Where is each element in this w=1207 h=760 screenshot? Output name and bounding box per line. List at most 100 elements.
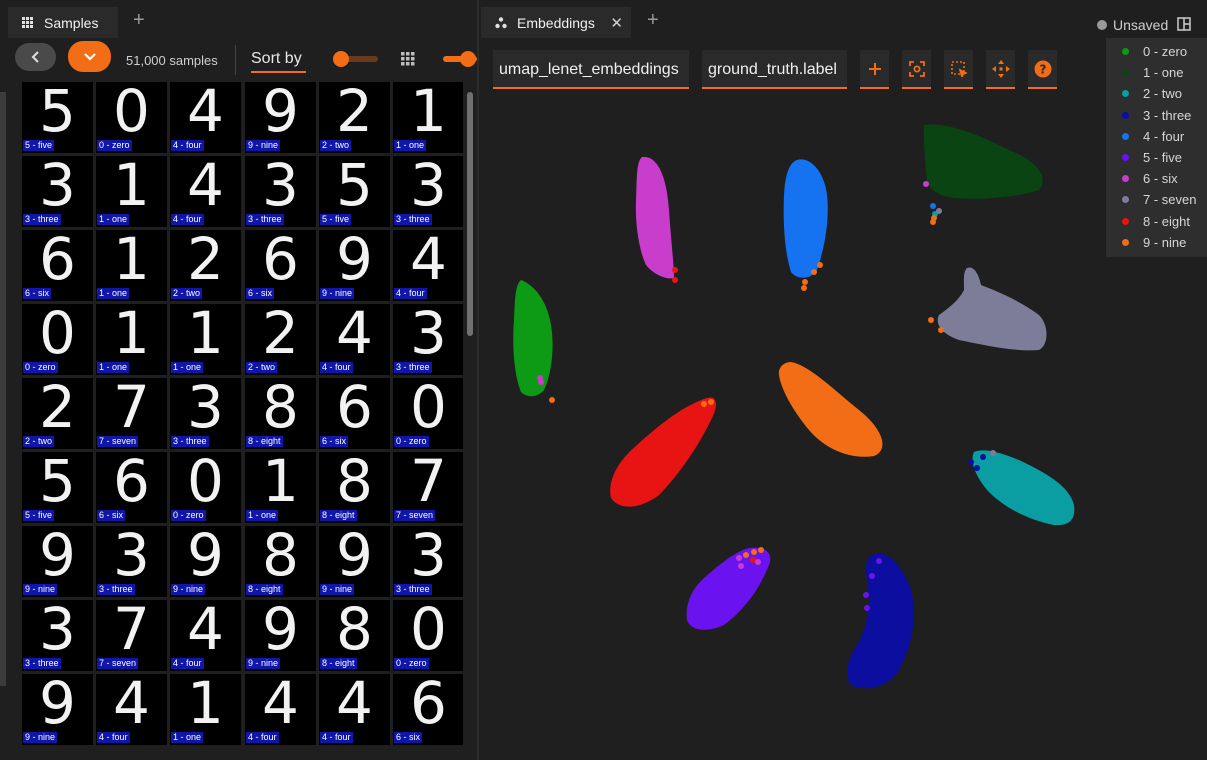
sample-image-digit: 5 xyxy=(39,82,76,145)
sample-tile[interactable]: 55 - five xyxy=(319,156,390,227)
sample-tile[interactable]: 44 - four xyxy=(319,304,390,375)
sample-tile[interactable]: 33 - three xyxy=(96,526,167,597)
sample-image-digit: 3 xyxy=(410,156,447,219)
sample-tile[interactable]: 11 - one xyxy=(96,304,167,375)
sample-tile[interactable]: 44 - four xyxy=(170,82,241,153)
legend-entry[interactable]: 0 - zero xyxy=(1106,41,1187,62)
help-button[interactable]: ? xyxy=(1028,50,1057,89)
sample-tile[interactable]: 77 - seven xyxy=(96,378,167,449)
sample-tile[interactable]: 77 - seven xyxy=(96,600,167,671)
embedding-scatter-plot[interactable] xyxy=(479,100,1207,760)
sample-tile[interactable]: 99 - nine xyxy=(319,526,390,597)
legend-entry[interactable]: 6 - six xyxy=(1106,168,1178,189)
sample-tile[interactable]: 33 - three xyxy=(393,304,463,375)
sample-tile[interactable]: 33 - three xyxy=(393,526,463,597)
sample-tile[interactable]: 44 - four xyxy=(96,674,167,745)
close-tab-icon[interactable]: ✕ xyxy=(610,14,623,32)
sample-tile[interactable]: 22 - two xyxy=(170,230,241,301)
sample-label-badge: 8 - eight xyxy=(246,584,283,595)
legend-entry[interactable]: 4 - four xyxy=(1106,126,1184,147)
legend-entry[interactable]: 5 - five xyxy=(1106,147,1182,168)
sample-tile[interactable]: 99 - nine xyxy=(319,230,390,301)
sample-tile[interactable]: 44 - four xyxy=(170,156,241,227)
sample-image-digit: 9 xyxy=(262,82,299,145)
sample-tile[interactable]: 99 - nine xyxy=(22,674,93,745)
sample-grid: 55 - five 0 0 - zero 4 4 - four 9 9 - nine 2 2 -… xyxy=(22,82,463,760)
sample-tile[interactable]: 11 - one xyxy=(245,452,316,523)
sample-tile[interactable]: 99 - nine xyxy=(170,526,241,597)
sample-tile[interactable]: 33 - three xyxy=(22,600,93,671)
sample-label-badge: 0 - zero xyxy=(171,510,206,521)
color-by-select[interactable]: ground_truth.label xyxy=(702,50,847,89)
sample-label-badge: 4 - four xyxy=(171,214,204,225)
sample-tile[interactable]: 88 - eight xyxy=(319,452,390,523)
sample-tile[interactable]: 11 - one xyxy=(96,230,167,301)
add-panel-plus-icon[interactable]: + xyxy=(133,10,145,30)
sample-tile[interactable]: 33 - three xyxy=(22,156,93,227)
sample-tile[interactable]: 66 - six xyxy=(96,452,167,523)
sample-label-badge: 2 - two xyxy=(246,362,278,373)
zoom-to-selection-button[interactable] xyxy=(902,50,931,89)
sample-tile[interactable]: 11 - one xyxy=(170,674,241,745)
sample-image-digit: 8 xyxy=(336,452,373,515)
sort-by-button[interactable]: Sort by xyxy=(251,50,306,73)
sample-tile[interactable]: 99 - nine xyxy=(245,600,316,671)
legend-entry[interactable]: 2 - two xyxy=(1106,83,1182,104)
add-panel-plus-icon[interactable]: + xyxy=(647,10,659,30)
sample-tile[interactable]: 88 - eight xyxy=(245,526,316,597)
sample-tile[interactable]: 00 - zero xyxy=(96,82,167,153)
sample-tile[interactable]: 00 - zero xyxy=(393,600,463,671)
sample-tile[interactable]: 33 - three xyxy=(245,156,316,227)
sample-tile[interactable]: 66 - six xyxy=(319,378,390,449)
sample-tile[interactable]: 99 - nine xyxy=(245,82,316,153)
sample-tile[interactable]: 55 - five xyxy=(22,452,93,523)
sample-label-badge: 4 - four xyxy=(171,658,204,669)
layout-icon[interactable] xyxy=(1177,17,1191,36)
sample-tile[interactable]: 11 - one xyxy=(170,304,241,375)
sample-tile[interactable]: 22 - two xyxy=(319,82,390,153)
grid-scrollbar[interactable] xyxy=(467,92,473,336)
sample-tile[interactable]: 44 - four xyxy=(170,600,241,671)
sample-tile[interactable]: 44 - four xyxy=(319,674,390,745)
sample-tile[interactable]: 66 - six xyxy=(245,230,316,301)
brain-key-select[interactable]: umap_lenet_embeddings xyxy=(493,50,689,89)
sample-tile[interactable]: 33 - three xyxy=(393,156,463,227)
legend-entry[interactable]: 1 - one xyxy=(1106,62,1183,83)
sample-tile[interactable]: 44 - four xyxy=(393,230,463,301)
sample-tile[interactable]: 00 - zero xyxy=(393,378,463,449)
sample-tile[interactable]: 88 - eight xyxy=(245,378,316,449)
legend-entry[interactable]: 3 - three xyxy=(1106,105,1191,126)
legend-entry[interactable]: 9 - nine xyxy=(1106,232,1186,253)
sample-image-digit: 0 xyxy=(113,82,150,145)
sample-tile[interactable]: 00 - zero xyxy=(22,304,93,375)
pan-button[interactable] xyxy=(986,50,1015,89)
sample-tile[interactable]: 11 - one xyxy=(96,156,167,227)
add-button[interactable] xyxy=(860,50,889,89)
legend-entry[interactable]: 7 - seven xyxy=(1106,189,1196,210)
grid-zoom-slider-handle[interactable] xyxy=(460,51,476,67)
sample-tile[interactable]: 11 - one xyxy=(393,82,463,153)
sample-tile[interactable]: 77 - seven xyxy=(393,452,463,523)
sample-tile[interactable]: 99 - nine xyxy=(22,526,93,597)
sample-tile[interactable]: 22 - two xyxy=(22,378,93,449)
sort-slider-handle[interactable] xyxy=(333,51,349,67)
back-button[interactable] xyxy=(15,43,56,71)
sample-tile[interactable]: 66 - six xyxy=(22,230,93,301)
tab-embeddings[interactable]: Embeddings ✕ xyxy=(481,7,631,38)
sample-tile[interactable]: 22 - two xyxy=(245,304,316,375)
lasso-select-button[interactable] xyxy=(944,50,973,89)
legend-color-dot xyxy=(1122,48,1129,55)
grid-size-icon[interactable] xyxy=(401,52,415,71)
sample-label-badge: 2 - two xyxy=(320,140,352,151)
sample-image-digit: 0 xyxy=(410,378,447,441)
sample-image-digit: 4 xyxy=(187,156,224,219)
sample-tile[interactable]: 44 - four xyxy=(245,674,316,745)
tab-samples[interactable]: Samples xyxy=(8,7,118,38)
sample-tile[interactable]: 55 - five xyxy=(22,82,93,153)
sample-tile[interactable]: 66 - six xyxy=(393,674,463,745)
sample-tile[interactable]: 00 - zero xyxy=(170,452,241,523)
sample-tile[interactable]: 88 - eight xyxy=(319,600,390,671)
expand-button[interactable] xyxy=(68,41,111,72)
legend-entry[interactable]: 8 - eight xyxy=(1106,211,1190,232)
sample-tile[interactable]: 33 - three xyxy=(170,378,241,449)
